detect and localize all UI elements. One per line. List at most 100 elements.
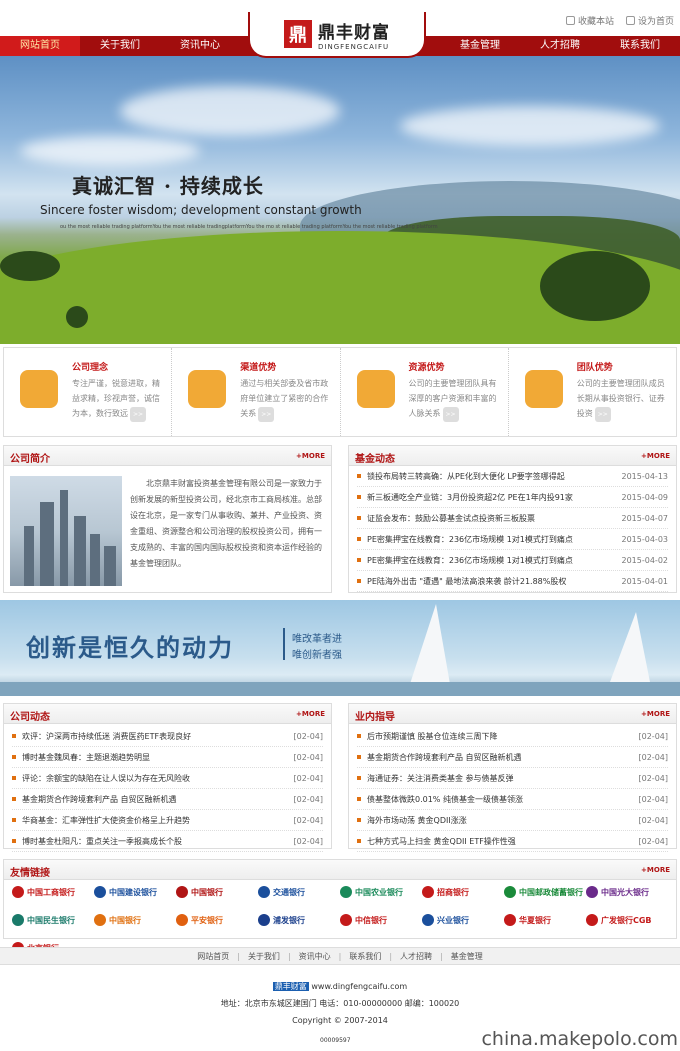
list-item[interactable]: PE密集押宝在线教育：236亿市场规模 1对1模式打到痛点 2015-04-02 (357, 550, 668, 571)
list-item[interactable]: 博时基金魏凤春：主题退潮趋势明显 [02-04] (12, 747, 323, 768)
company-news-title: 公司动态 (10, 712, 50, 723)
company-news-more-link[interactable]: +MORE (296, 710, 325, 718)
gear-icon (524, 370, 563, 408)
intro-text: 北京鼎丰财富投资基金管理有限公司是一家致力于创新发展的新型投资公司，经北京市工商… (130, 479, 322, 568)
bank-logo-link[interactable]: 广发银行CGB (586, 910, 668, 930)
bank-name: 中国银行 (109, 915, 141, 925)
nav-about[interactable]: 关于我们 (80, 36, 160, 56)
list-item[interactable]: 七种方式马上扫金 黄金QDII ETF操作性强 [02-04] (357, 831, 668, 852)
list-item[interactable]: 海通证券：关注消费类基金 参与债基反弹 [02-04] (357, 768, 668, 789)
bank-logo-link[interactable]: 中国建设银行 (94, 882, 176, 902)
fund-news-more-link[interactable]: +MORE (641, 452, 670, 460)
links-panel: 友情链接 +MORE 中国工商银行 中国建设银行 中国银行 交通银行 中国农业银行 招商银行… (3, 859, 677, 954)
feature-channel[interactable]: 渠道优势 通过与相关部委及省市政府单位建立了紧密的合作关系 >> (172, 348, 341, 436)
industry-news-panel: 业内指导 +MORE 后市预期谨慎 股基仓位连续三周下降 [02-04] 基金期货合… (348, 703, 677, 852)
bank-logo-link[interactable]: 中信银行 (340, 910, 422, 930)
bank-logo-link[interactable]: 中国光大银行 (586, 882, 668, 902)
footer-address: 地址：北京市东城区建国门 电话：010-00000000 邮编：100020 (220, 999, 460, 1008)
footer-copyright: Copyright © 2007-2014 (292, 1016, 388, 1025)
list-item[interactable]: 证监会发布：鼓励公募基金试点投资新三板股票 2015-04-07 (357, 508, 668, 529)
footer-nav-item[interactable]: 基金管理 (451, 951, 483, 962)
bank-logo-link[interactable]: 中国民生银行 (12, 910, 94, 930)
nav-contact[interactable]: 联系我们 (600, 36, 680, 56)
innovation-banner: 创新是恒久的动力 唯改革者进 唯创新者强 (0, 600, 680, 696)
shield-icon (20, 370, 58, 408)
list-item[interactable]: 债基整体微跌0.01% 纯债基金一级债基领涨 [02-04] (357, 789, 668, 810)
bank-logo-link[interactable]: 浦发银行 (258, 910, 340, 930)
set-homepage-link[interactable]: 设为首页 (625, 14, 674, 27)
bank-logo-link[interactable]: 中国银行 (94, 910, 176, 930)
nav-jobs[interactable]: 人才招聘 (520, 36, 600, 56)
footer-nav-item[interactable]: 人才招聘 (400, 951, 432, 962)
industry-news-list: 后市预期谨慎 股基仓位连续三周下降 [02-04] 基金期货合作跨境套利产品 自贸… (357, 726, 668, 852)
sailboat-image (610, 612, 650, 682)
list-item[interactable]: PE密集押宝在线教育：236亿市场规模 1对1模式打到痛点 2015-04-03 (357, 529, 668, 550)
bank-logo-icon (176, 914, 188, 926)
bank-logo-icon (12, 886, 24, 898)
bank-logo-icon (504, 914, 516, 926)
bank-name: 中国邮政储蓄银行 (519, 887, 583, 897)
bank-logo-icon (340, 886, 352, 898)
bank-name: 中国建设银行 (109, 887, 157, 897)
list-item[interactable]: 欢评：沪深两市持续低迷 消费医药ETF表现良好 [02-04] (12, 726, 323, 747)
list-item[interactable]: 评论：余额宝的缺陷在让人误以为存在无风险收 [02-04] (12, 768, 323, 789)
bank-logo-icon (258, 886, 270, 898)
list-item[interactable]: 后市预期谨慎 股基仓位连续三周下降 [02-04] (357, 726, 668, 747)
footer-nav-item[interactable]: 关于我们 (248, 951, 280, 962)
links-more-link[interactable]: +MORE (641, 866, 670, 874)
bank-logo-link[interactable]: 华夏银行 (504, 910, 586, 930)
feature-team[interactable]: 团队优势 公司的主要管理团队成员长期从事投资银行、证券投资 >> (509, 348, 676, 436)
bank-logo-link[interactable]: 中国工商银行 (12, 882, 94, 902)
footer-info: 鼎丰财富 www.dingfengcaifu.com 地址：北京市东城区建国门 … (0, 978, 680, 1029)
list-item[interactable]: 新三板通吃全产业链：3月份投资超2亿 PE在1年内投91家 2015-04-09 (357, 487, 668, 508)
list-item[interactable]: 华商基金：汇率弹性扩大使资金价格呈上升趋势 [02-04] (12, 810, 323, 831)
list-item[interactable]: 锁投布局转三转高确：从PE化到大便化 LP要字签哪得起 2015-04-13 (357, 466, 668, 487)
footer-url[interactable]: www.dingfengcaifu.com (311, 982, 407, 991)
bank-name: 中信银行 (355, 915, 387, 925)
list-item[interactable]: 基金期货合作跨境套利产品 自贸区融新机遇 [02-04] (12, 789, 323, 810)
fund-news-title: 基金动态 (355, 454, 395, 465)
home-icon (565, 16, 575, 25)
innovation-slogan-1: 唯改革者进 (292, 634, 342, 645)
list-item[interactable]: 博时基金杜阳凡：重点关注一季报高成长个股 [02-04] (12, 831, 323, 852)
feature-philosophy[interactable]: 公司理念 专注严谨，锐意进取，精益求精，珍视声誉，诚信为本，数行致远 >> (4, 348, 173, 436)
bank-name: 交通银行 (273, 887, 305, 897)
list-item[interactable]: 海外市场动荡 黄金QDII涨涨 [02-04] (357, 810, 668, 831)
bank-logo-link[interactable]: 平安银行 (176, 910, 258, 930)
nav-home[interactable]: 网站首页 (0, 36, 80, 56)
nav-news[interactable]: 资讯中心 (160, 36, 240, 56)
list-item[interactable]: 基金期货合作跨境套利产品 自贸区融新机遇 [02-04] (357, 747, 668, 768)
fund-news-list: 锁投布局转三转高确：从PE化到大便化 LP要字签哪得起 2015-04-13 新三… (357, 466, 668, 592)
chart-icon (356, 370, 395, 408)
brand-logo[interactable]: 鼎 鼎丰财富 DINGFENGCAIFU (248, 12, 426, 58)
bank-logo-link[interactable]: 交通银行 (258, 882, 340, 902)
footer-logo[interactable]: 鼎丰财富 (272, 982, 309, 991)
favorite-link[interactable]: 收藏本站 (565, 14, 614, 27)
bank-name: 中国农业银行 (355, 887, 403, 897)
innovation-headline: 创新是恒久的动力 (26, 633, 234, 662)
bank-logo-icon (504, 886, 516, 898)
bank-logo-link[interactable]: 兴业银行 (422, 910, 504, 930)
bank-name: 中国工商银行 (27, 887, 75, 897)
bank-name: 浦发银行 (273, 915, 305, 925)
intro-more-link[interactable]: +MORE (296, 452, 325, 460)
bank-logo-icon (586, 886, 598, 898)
nav-fund[interactable]: 基金管理 (440, 36, 520, 56)
industry-news-title: 业内指导 (355, 712, 395, 723)
bank-logo-link[interactable]: 招商银行 (422, 882, 504, 902)
hero-banner: 真诚汇智 · 持续成长 Sincere foster wisdom; devel… (0, 56, 680, 344)
footer-nav-item[interactable]: 资讯中心 (299, 951, 331, 962)
intro-title: 公司简介 (10, 454, 50, 465)
footer-nav-item[interactable]: 网站首页 (197, 951, 229, 962)
feature-row: 公司理念 专注严谨，锐意进取，精益求精，珍视声誉，诚信为本，数行致远 >> 渠道优… (3, 347, 677, 437)
bank-logo-link[interactable]: 中国银行 (176, 882, 258, 902)
list-item[interactable]: PE陆海外出击 "遭遇" 最地法高浪来袭 龄计21.88%股权 2015-04-0… (357, 571, 668, 592)
feature-resources[interactable]: 资源优势 公司的主要管理团队具有深厚的客户资源和丰富的人脉关系 >> (341, 348, 509, 436)
bank-logo-link[interactable]: 中国邮政储蓄银行 (504, 882, 586, 902)
industry-news-more-link[interactable]: +MORE (641, 710, 670, 718)
bank-logo-link[interactable]: 中国农业银行 (340, 882, 422, 902)
footer-nav-item[interactable]: 联系我们 (349, 951, 381, 962)
sailboat-image (410, 604, 450, 684)
brand-name-cn: 鼎丰财富 (318, 22, 390, 43)
bank-logo-icon (176, 886, 188, 898)
